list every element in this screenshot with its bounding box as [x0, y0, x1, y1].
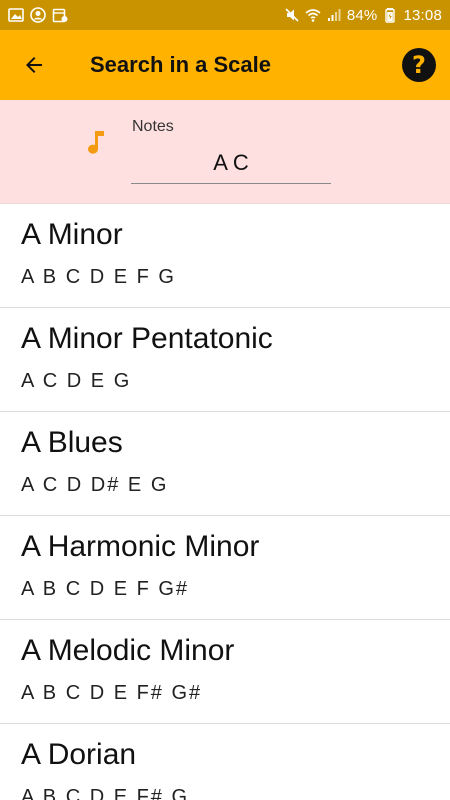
list-item[interactable]: A Minor Pentatonic A C D E G — [0, 308, 450, 412]
help-circle-icon: ? — [412, 51, 426, 79]
signal-icon — [327, 9, 341, 21]
account-icon — [30, 7, 46, 23]
scale-name: A Minor — [21, 218, 123, 251]
battery-icon — [385, 8, 396, 23]
help-button[interactable]: ? — [402, 48, 436, 82]
scale-notes: A B C D E F# G# — [21, 682, 203, 704]
battery-percent: 84% — [346, 6, 378, 24]
wifi-icon — [305, 9, 321, 22]
scale-name: A Dorian — [21, 738, 137, 771]
list-item[interactable]: A Harmonic Minor A B C D E F G# — [0, 516, 450, 620]
list-item[interactable]: A Minor A B C D E F G — [0, 204, 450, 308]
mute-icon — [285, 8, 299, 22]
page-title: Search in a Scale — [90, 52, 271, 77]
image-icon — [8, 8, 24, 22]
notes-input[interactable] — [131, 138, 331, 184]
scale-notes: A C D D# E G — [21, 474, 169, 496]
calendar-icon — [52, 8, 68, 23]
arrow-left-icon — [26, 57, 42, 73]
scale-notes: A B C D E F G# — [21, 578, 190, 600]
notes-label: Notes — [132, 118, 174, 135]
status-bar: 84% 13:08 — [0, 0, 450, 30]
scale-notes: A B C D E F# G — [21, 786, 190, 800]
list-item[interactable]: A Blues A C D D# E G — [0, 412, 450, 516]
scale-name: A Minor Pentatonic — [21, 322, 273, 355]
notes-panel: Notes — [0, 100, 450, 204]
scale-name: A Blues — [21, 426, 123, 459]
music-note-icon — [88, 131, 104, 154]
scale-notes: A B C D E F G — [21, 266, 176, 288]
scale-notes: A C D E G — [21, 370, 132, 392]
scale-name: A Harmonic Minor — [21, 530, 260, 563]
scale-name: A Melodic Minor — [21, 634, 235, 667]
list-item[interactable]: A Dorian A B C D E F# G — [0, 724, 450, 800]
clock: 13:08 — [403, 6, 442, 24]
scale-list: A Minor A B C D E F G A Minor Pentatonic… — [0, 204, 450, 800]
app-bar: Search in a Scale ? — [0, 30, 450, 100]
status-right: 84% 13:08 — [284, 7, 442, 24]
list-item[interactable]: A Melodic Minor A B C D E F# G# — [0, 620, 450, 724]
status-left — [8, 7, 68, 23]
back-button[interactable] — [14, 45, 54, 85]
